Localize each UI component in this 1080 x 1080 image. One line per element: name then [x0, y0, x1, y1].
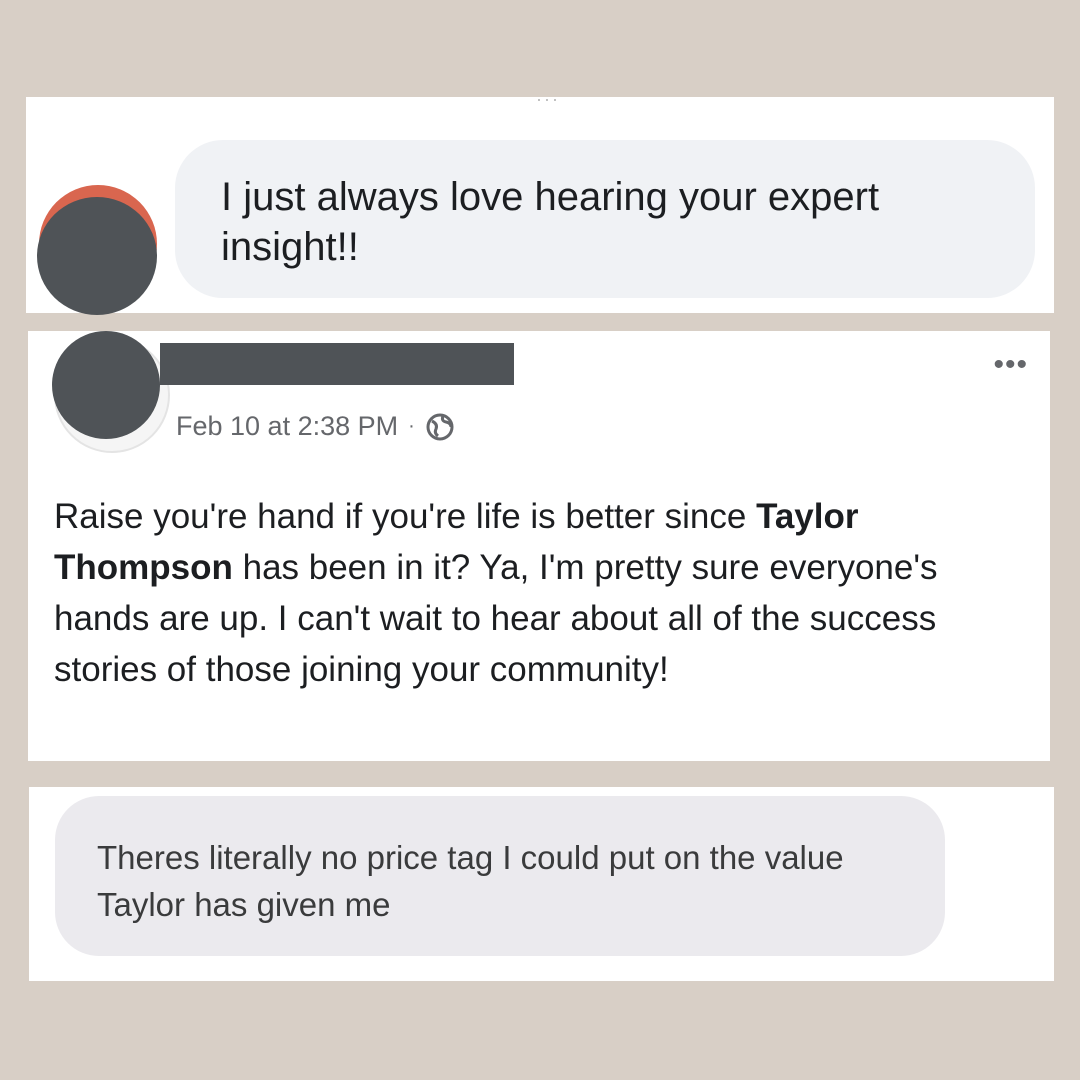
- meta-separator: ·: [408, 415, 415, 437]
- comment-text: I just always love hearing your expert i…: [221, 175, 880, 269]
- comment-card-bottom: Theres literally no price tag I could pu…: [29, 787, 1054, 981]
- comment-bubble: I just always love hearing your expert i…: [175, 140, 1035, 298]
- more-options-button[interactable]: •••: [993, 350, 1028, 380]
- comment-bubble: Theres literally no price tag I could pu…: [55, 796, 945, 956]
- post-timestamp[interactable]: Feb 10 at 2:38 PM: [176, 411, 398, 442]
- author-name-redacted[interactable]: [160, 343, 514, 385]
- post-body: Raise you're hand if you're life is bett…: [54, 491, 1024, 695]
- post-body-text: Raise you're hand if you're life is bett…: [54, 497, 757, 536]
- post-card: Feb 10 at 2:38 PM · ••• Raise you're han…: [28, 331, 1050, 761]
- globe-icon[interactable]: [425, 412, 455, 442]
- comment-text: Theres literally no price tag I could pu…: [97, 839, 844, 923]
- comment-card-top: ··· I just always love hearing your expe…: [26, 89, 1054, 315]
- avatar-redacted[interactable]: [37, 197, 157, 315]
- avatar-redacted[interactable]: [52, 331, 160, 439]
- post-meta: Feb 10 at 2:38 PM ·: [176, 411, 455, 442]
- cutoff-text: ···: [536, 89, 560, 109]
